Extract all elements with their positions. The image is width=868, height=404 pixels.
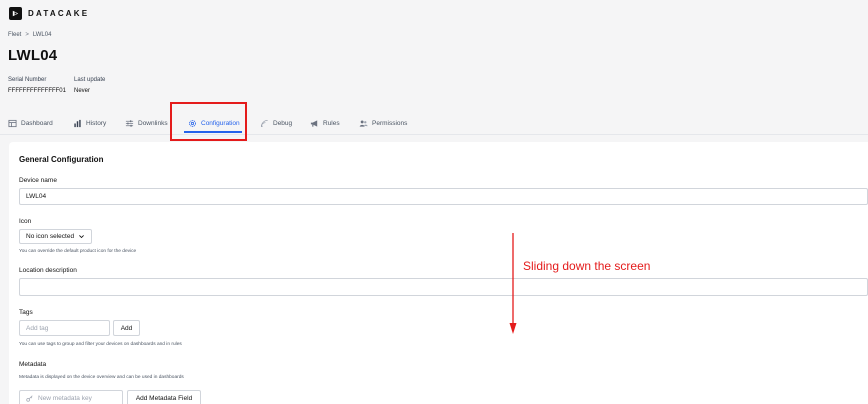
tab-dashboard-label: Dashboard bbox=[21, 119, 53, 127]
key-icon bbox=[26, 394, 33, 402]
tab-downlinks-label: Downlinks bbox=[138, 119, 168, 127]
annotation-text: Sliding down the screen bbox=[523, 259, 651, 273]
tags-label: Tags bbox=[19, 309, 33, 316]
configuration-card bbox=[9, 142, 868, 404]
metadata-key-placeholder: New metadata key bbox=[38, 394, 92, 402]
tags-input[interactable]: Add tag bbox=[19, 320, 110, 336]
tab-bar: Dashboard History Downlinks Configuratio… bbox=[0, 112, 868, 135]
chevron-right-icon: > bbox=[25, 32, 29, 38]
tab-permissions[interactable]: Permissions bbox=[359, 117, 407, 129]
bar-chart-icon bbox=[74, 119, 81, 127]
icon-select-value: No icon selected bbox=[26, 233, 75, 240]
serial-number-value: FFFFFFFFFFFFFF01 bbox=[8, 88, 66, 94]
tags-help-text: You can use tags to group and filter you… bbox=[19, 342, 182, 347]
add-tag-button[interactable]: Add bbox=[113, 320, 140, 336]
breadcrumb: Fleet > LWL04 bbox=[8, 32, 51, 38]
page-title: LWL04 bbox=[8, 47, 58, 64]
chevron-down-icon bbox=[79, 235, 84, 239]
tags-placeholder: Add tag bbox=[26, 324, 49, 332]
last-update-block: Last update Never bbox=[74, 77, 105, 94]
tab-permissions-label: Permissions bbox=[372, 119, 408, 127]
annotation-highlight-box bbox=[170, 102, 247, 141]
breadcrumb-fleet[interactable]: Fleet bbox=[8, 32, 21, 38]
tab-dashboard[interactable]: Dashboard bbox=[8, 117, 53, 129]
users-icon bbox=[359, 119, 368, 127]
brand[interactable]: DATACAKE bbox=[9, 6, 89, 20]
megaphone-icon bbox=[310, 119, 318, 127]
tab-downlinks[interactable]: Downlinks bbox=[125, 117, 168, 129]
tab-history-label: History bbox=[86, 119, 107, 127]
metadata-key-input[interactable]: New metadata key bbox=[19, 390, 123, 404]
arrow-down-icon bbox=[509, 233, 517, 334]
device-name-value: LWL04 bbox=[26, 193, 47, 200]
signal-icon bbox=[260, 119, 268, 127]
device-name-input[interactable]: LWL04 bbox=[19, 188, 868, 205]
location-label: Location description bbox=[19, 267, 77, 274]
brand-name: DATACAKE bbox=[28, 8, 90, 18]
dashboard-icon bbox=[8, 119, 17, 127]
tab-rules-label: Rules bbox=[323, 119, 340, 127]
icon-label: Icon bbox=[19, 218, 32, 225]
metadata-label: Metadata bbox=[19, 361, 47, 368]
datacake-logo-icon bbox=[9, 6, 22, 20]
tab-debug-label: Debug bbox=[273, 119, 293, 127]
last-update-value: Never bbox=[74, 88, 91, 94]
tab-rules[interactable]: Rules bbox=[310, 117, 340, 129]
tab-history[interactable]: History bbox=[73, 117, 106, 129]
metadata-help-text: Metadata is displayed on the device over… bbox=[19, 375, 184, 380]
add-metadata-field-button[interactable]: Add Metadata Field bbox=[127, 390, 201, 404]
location-input[interactable] bbox=[19, 278, 868, 296]
serial-number-block: Serial Number FFFFFFFFFFFFFF01 bbox=[8, 77, 66, 94]
tab-debug[interactable]: Debug bbox=[260, 117, 292, 129]
serial-number-label: Serial Number bbox=[8, 77, 47, 83]
sliders-icon bbox=[125, 119, 134, 127]
device-name-label: Device name bbox=[19, 177, 57, 184]
icon-select[interactable]: No icon selected bbox=[19, 229, 92, 244]
section-title: General Configuration bbox=[19, 155, 104, 164]
icon-help-text: You can override the default product ico… bbox=[19, 249, 137, 254]
last-update-label: Last update bbox=[74, 77, 106, 83]
breadcrumb-current: LWL04 bbox=[32, 32, 52, 38]
